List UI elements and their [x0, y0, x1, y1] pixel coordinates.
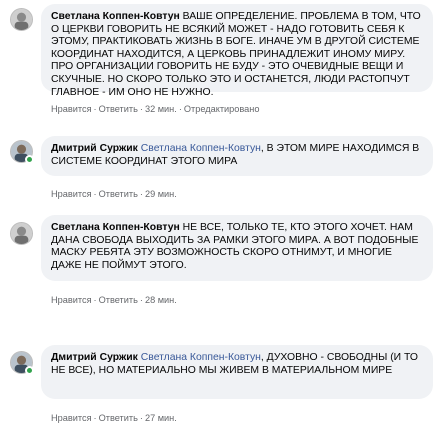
like-link[interactable]: Нравится — [51, 295, 92, 305]
comment-actions: Нравится · Ответить · 28 мин. — [51, 295, 177, 305]
comment-actions: Нравится · Ответить · 29 мин. — [51, 189, 177, 199]
reply-link[interactable]: Ответить — [99, 413, 138, 423]
like-link[interactable]: Нравится — [51, 104, 92, 114]
comment-bubble: Светлана Коппен-Ковтун Не все, только те… — [41, 215, 433, 281]
comment-time[interactable]: 29 мин. — [145, 189, 177, 199]
reply-link[interactable]: Ответить — [99, 104, 138, 114]
comment-bubble: Дмитрий Суржик Светлана Коппен-Ковтун, д… — [41, 345, 433, 399]
comment-author[interactable]: Дмитрий Суржик — [51, 143, 141, 154]
comment-time[interactable]: 32 мин. — [145, 104, 177, 114]
like-link[interactable]: Нравится — [51, 413, 92, 423]
avatar-icon[interactable] — [10, 8, 33, 31]
comment-time[interactable]: 27 мин. — [145, 413, 177, 423]
comment-actions: Нравится · Ответить · 27 мин. — [51, 413, 177, 423]
comment-author[interactable]: Светлана Коппен-Ковтун — [51, 222, 183, 233]
comment-bubble: Светлана Коппен-Ковтун Ваше определение.… — [41, 4, 433, 98]
comment-author[interactable]: Дмитрий Суржик — [51, 352, 141, 363]
like-link[interactable]: Нравится — [51, 189, 92, 199]
comment-time[interactable]: 28 мин. — [145, 295, 177, 305]
reply-link[interactable]: Ответить — [99, 189, 138, 199]
reply-link[interactable]: Ответить — [99, 295, 138, 305]
online-status-icon — [25, 155, 34, 164]
comment-text: Ваше определение. Проблема в том, что о … — [51, 11, 421, 98]
online-status-icon — [25, 366, 34, 375]
avatar-icon[interactable] — [10, 222, 33, 245]
edited-label: Отредактировано — [183, 104, 260, 114]
comment-bubble: Дмитрий Суржик Светлана Коппен-Ковтун, в… — [41, 136, 433, 176]
comment-actions: Нравится · Ответить · 32 мин. · Отредактирован… — [51, 104, 260, 114]
comment-author[interactable]: Светлана Коппен-Ковтун — [51, 11, 183, 22]
comment-mention[interactable]: Светлана Коппен-Ковтун — [141, 352, 261, 363]
comment-mention[interactable]: Светлана Коппен-Ковтун — [141, 143, 261, 154]
